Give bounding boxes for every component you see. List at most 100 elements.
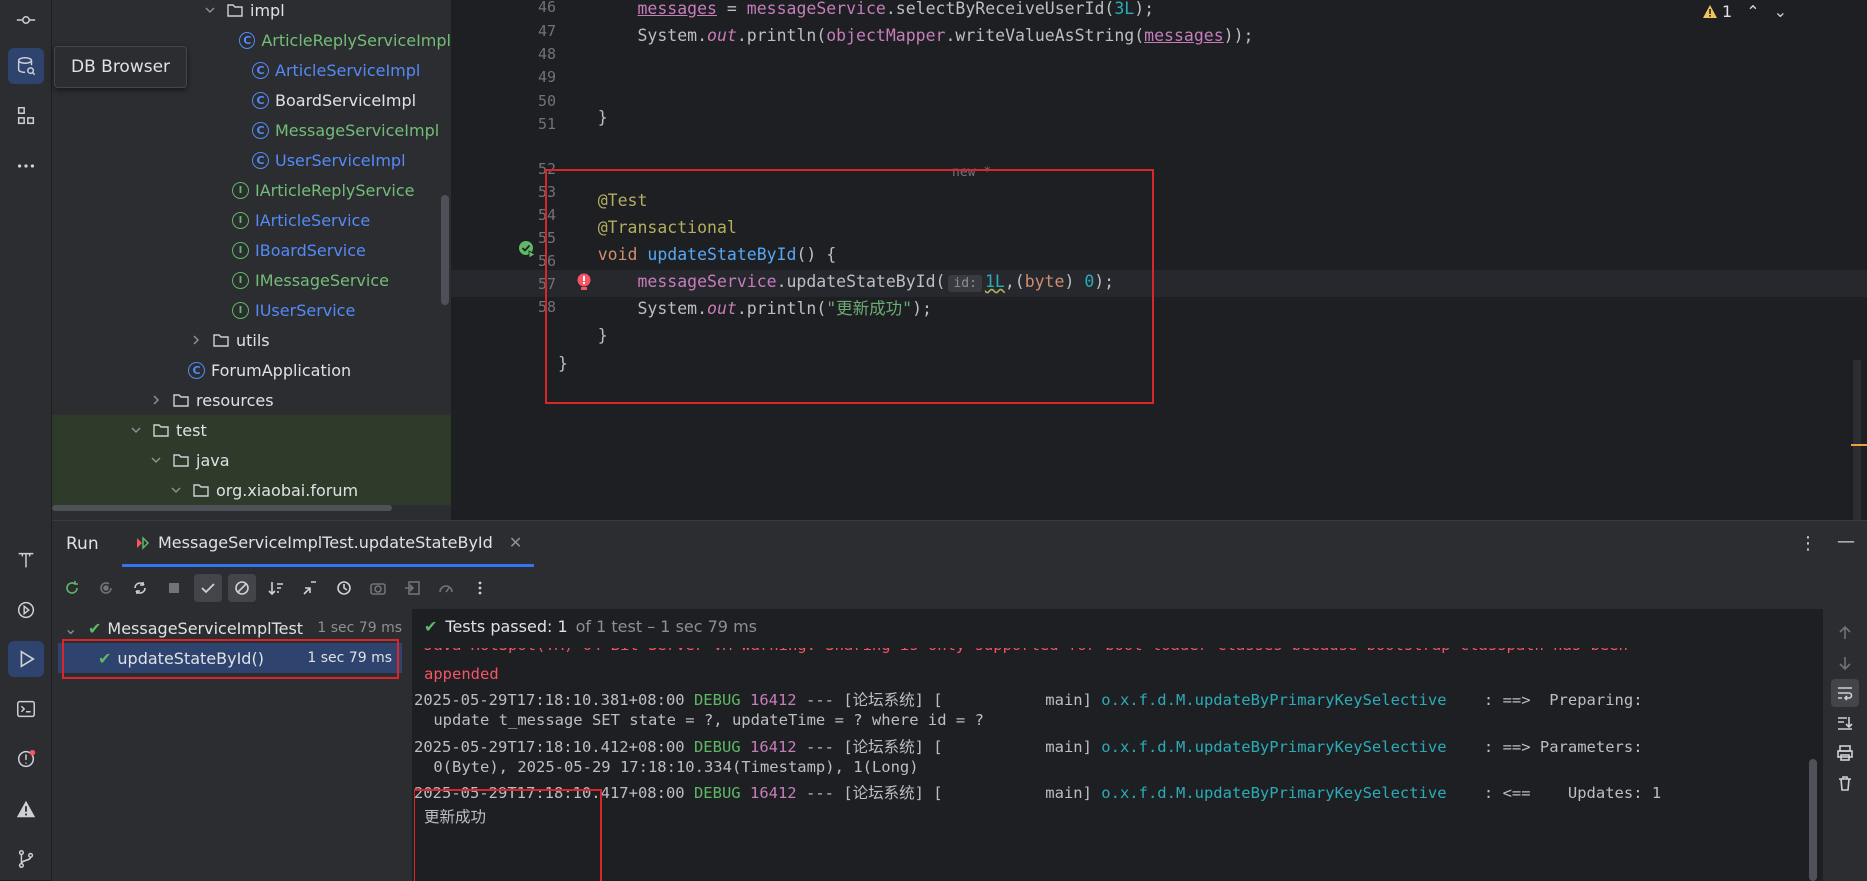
- tree-item-iarticlereplyservice[interactable]: I IArticleReplyService: [52, 175, 451, 205]
- rerun-failed-icon[interactable]: [92, 574, 120, 602]
- gutter: 46 47 48 49 50 51 52 53 54 55 56 57 58: [451, 0, 556, 520]
- tree-item-label: utils: [236, 330, 270, 350]
- folder-icon: [226, 1, 244, 19]
- scroll-down-icon[interactable]: [1831, 649, 1859, 677]
- interface-icon: I: [232, 271, 249, 289]
- folder-icon: [212, 331, 230, 349]
- logger: o.x.f.d.M.updateByPrimaryKeySelective: [1101, 784, 1447, 802]
- chevron-down-icon[interactable]: [168, 482, 184, 498]
- soft-wrap-icon[interactable]: [1831, 679, 1859, 707]
- println: .println(: [736, 26, 827, 45]
- problems-icon[interactable]: [8, 741, 44, 777]
- chevron-down-icon[interactable]: [128, 422, 144, 438]
- tree-item-userserviceimpl[interactable]: C UserServiceImpl: [52, 145, 451, 175]
- tree-item-utils[interactable]: utils: [52, 325, 451, 355]
- class-icon: C: [252, 121, 269, 139]
- field-objectMapper: objectMapper: [826, 26, 946, 45]
- run-test-gutter-icon[interactable]: [517, 239, 537, 259]
- tree-item-messageserviceimpl[interactable]: C MessageServiceImpl: [52, 115, 451, 145]
- toggle-auto-test-icon[interactable]: [126, 574, 154, 602]
- tree-item-iboardservice[interactable]: I IBoardService: [52, 235, 451, 265]
- tree-item-test[interactable]: test: [52, 415, 451, 445]
- thread: --- [论坛系统] [ main]: [796, 691, 1102, 709]
- scroll-up-icon[interactable]: [1831, 619, 1859, 647]
- run-tab-label: MessageServiceImplTest.updateStateById: [158, 533, 493, 552]
- console-output[interactable]: ✔ Tests passed: 1 of 1 test – 1 sec 79 m…: [414, 609, 1867, 881]
- chevron-down-icon[interactable]: [148, 452, 164, 468]
- collapse-icon[interactable]: [296, 574, 324, 602]
- inspection-widget[interactable]: 1 ⌃ ⌄: [1702, 2, 1787, 21]
- clear-console-icon[interactable]: [1831, 769, 1859, 797]
- more-icon[interactable]: [8, 148, 44, 184]
- show-passed-icon[interactable]: [194, 574, 222, 602]
- minimize-icon[interactable]: —: [1837, 531, 1855, 552]
- project-horizontal-scrollbar[interactable]: [52, 505, 392, 511]
- pid: 16412: [749, 784, 797, 802]
- chevron-right-icon[interactable]: [188, 332, 204, 348]
- chevron-right-icon[interactable]: [148, 392, 164, 408]
- line-number: 48: [537, 45, 556, 63]
- scroll-to-end-icon[interactable]: [1831, 709, 1859, 737]
- project-scrollbar[interactable]: [441, 195, 449, 305]
- rerun-icon[interactable]: [58, 574, 86, 602]
- coverage-icon[interactable]: [432, 574, 460, 602]
- code-line-50: }: [558, 104, 608, 131]
- code-line-46: messages = messageService.selectByReceiv…: [558, 0, 1154, 22]
- tree-item-imessageservice[interactable]: I IMessageService: [52, 265, 451, 295]
- code-line-47: System.out.println(objectMapper.writeVal…: [558, 22, 1253, 49]
- logger: o.x.f.d.M.updateByPrimaryKeySelective: [1101, 691, 1447, 709]
- tree-item-org-xiaobai-forum[interactable]: org.xiaobai.forum: [52, 475, 451, 505]
- folder-icon: [172, 451, 190, 469]
- git-icon[interactable]: [8, 841, 44, 877]
- tree-item-boardserviceimpl[interactable]: C BoardServiceImpl: [52, 85, 451, 115]
- test-results-tree: ⌄ ✔ MessageServiceImplTest 1 sec 79 ms ✔…: [52, 609, 412, 881]
- passed-icon: ✔: [88, 618, 102, 638]
- show-ignored-icon[interactable]: [228, 574, 256, 602]
- passed-icon: ✔: [424, 616, 438, 636]
- log-message: : ==> Preparing:: [1446, 691, 1643, 709]
- run-tabs: Run MessageServiceImplTest.updateStateBy…: [52, 521, 1867, 567]
- history-icon[interactable]: [330, 574, 358, 602]
- test-config-icon: [137, 535, 150, 550]
- sort-icon[interactable]: [262, 574, 290, 602]
- screenshot-icon[interactable]: [364, 574, 392, 602]
- line-number: 50: [537, 92, 556, 110]
- chevron-down-icon[interactable]: [202, 2, 218, 18]
- run-toolbar: [52, 567, 1867, 609]
- options-menu-icon[interactable]: ⋮: [1799, 533, 1817, 554]
- terminal-icon[interactable]: [8, 691, 44, 727]
- chevron-down-icon[interactable]: ⌄: [1774, 2, 1787, 21]
- run-config-tab[interactable]: MessageServiceImplTest.updateStateById ✕: [122, 521, 535, 567]
- code-editor[interactable]: 46 47 48 49 50 51 52 53 54 55 56 57 58 messages = me…: [451, 0, 1867, 520]
- chevron-up-icon[interactable]: ⌃: [1746, 2, 1759, 21]
- commit-icon[interactable]: [8, 2, 44, 38]
- structure-icon[interactable]: [8, 98, 44, 134]
- package-icon: [192, 481, 210, 499]
- chevron-down-icon[interactable]: ⌄: [64, 619, 80, 638]
- services-icon[interactable]: [8, 592, 44, 628]
- tree-item-iuserservice[interactable]: I IUserService: [52, 295, 451, 325]
- tree-item-iarticleservice[interactable]: I IArticleService: [52, 205, 451, 235]
- more-actions-icon[interactable]: [466, 574, 494, 602]
- db-browser-icon[interactable]: [8, 48, 44, 84]
- punct: ));: [1223, 26, 1254, 45]
- tree-item-impl[interactable]: impl: [52, 0, 451, 25]
- build-icon[interactable]: [8, 542, 44, 578]
- tree-item-java[interactable]: java: [52, 445, 451, 475]
- stop-icon[interactable]: [160, 574, 188, 602]
- op: =: [716, 0, 747, 18]
- console-line-appended: appended: [424, 665, 499, 683]
- tree-item-label: IUserService: [255, 300, 356, 320]
- tree-item-forumapplication[interactable]: C ForumApplication: [52, 355, 451, 385]
- editor-scrollbar[interactable]: [1853, 360, 1861, 520]
- run-title: Run: [66, 534, 99, 554]
- tree-item-resources[interactable]: resources: [52, 385, 451, 415]
- print-icon[interactable]: [1831, 739, 1859, 767]
- warning-icon[interactable]: [8, 791, 44, 827]
- punct: );: [1134, 0, 1155, 18]
- close-tab-icon[interactable]: ✕: [509, 533, 522, 552]
- import-icon[interactable]: [398, 574, 426, 602]
- console-scrollbar[interactable]: [1809, 759, 1817, 881]
- run-icon[interactable]: [8, 641, 44, 677]
- call: .writeValueAsString(: [945, 26, 1145, 45]
